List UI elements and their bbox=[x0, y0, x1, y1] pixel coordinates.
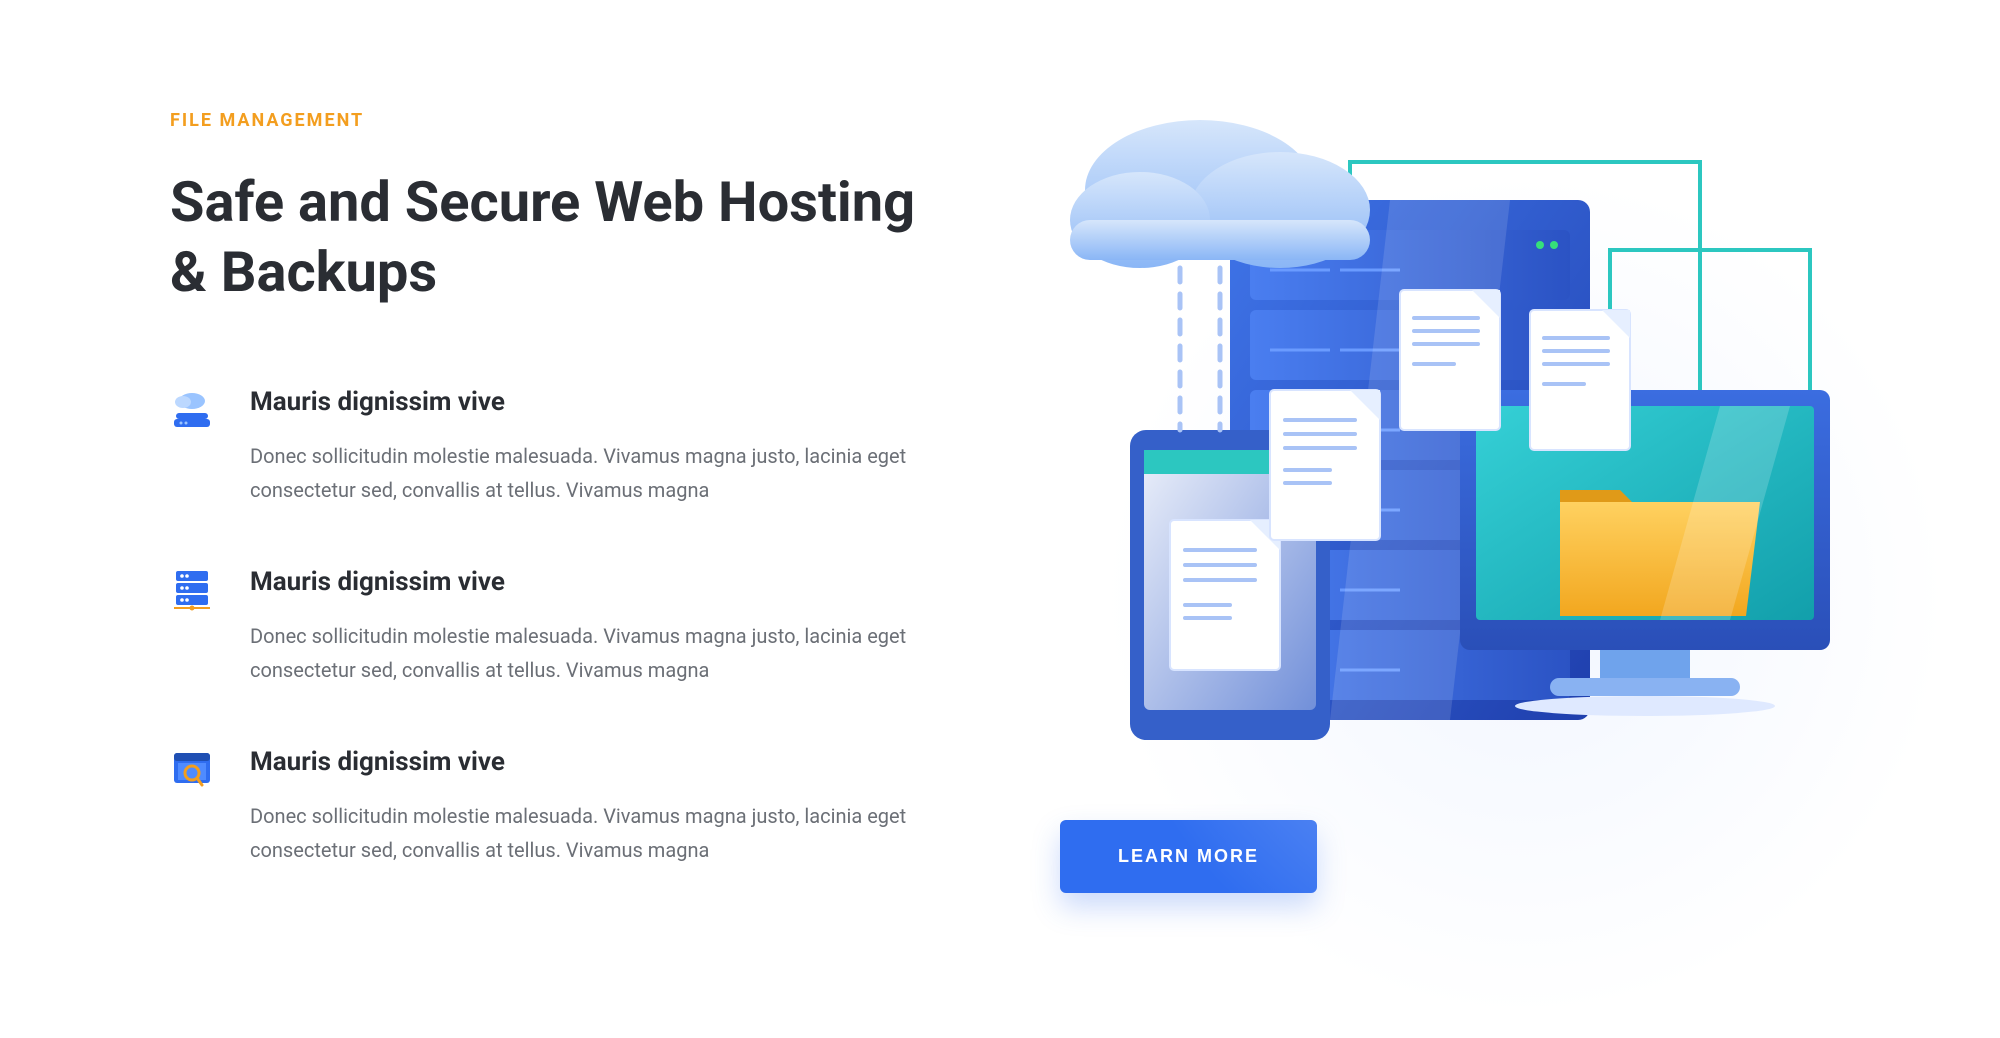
browser-search-icon bbox=[170, 747, 214, 791]
eyebrow-label: FILE MANAGEMENT bbox=[170, 110, 950, 131]
feature-item: Mauris dignissim vive Donec sollicitudin… bbox=[170, 387, 950, 507]
feature-desc: Donec sollicitudin molestie malesuada. V… bbox=[250, 619, 950, 687]
cloud-server-icon bbox=[170, 387, 214, 431]
feature-desc: Donec sollicitudin molestie malesuada. V… bbox=[250, 439, 950, 507]
right-column: LEARN MORE bbox=[1030, 110, 1850, 927]
section-title: Safe and Secure Web Hosting & Backups bbox=[170, 167, 950, 307]
server-rack-icon bbox=[170, 567, 214, 611]
hero-illustration bbox=[1030, 110, 1850, 790]
left-column: FILE MANAGEMENT Safe and Secure Web Host… bbox=[170, 110, 950, 927]
feature-title: Mauris dignissim vive bbox=[250, 567, 950, 597]
feature-item: Mauris dignissim vive Donec sollicitudin… bbox=[170, 567, 950, 687]
feature-item: Mauris dignissim vive Donec sollicitudin… bbox=[170, 747, 950, 867]
feature-title: Mauris dignissim vive bbox=[250, 387, 950, 417]
feature-desc: Donec sollicitudin molestie malesuada. V… bbox=[250, 799, 950, 867]
feature-title: Mauris dignissim vive bbox=[250, 747, 950, 777]
